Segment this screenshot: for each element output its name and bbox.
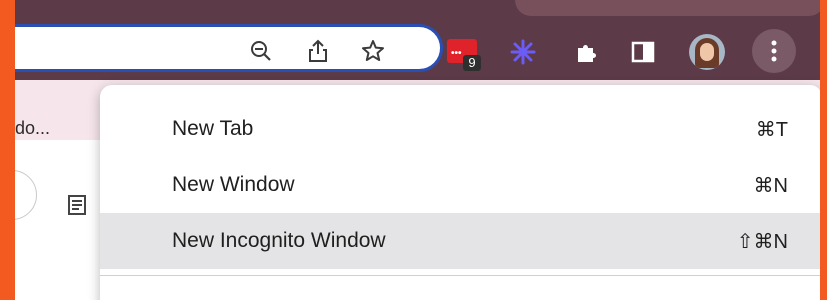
- menu-separator: [100, 275, 820, 276]
- menu-item-new-window[interactable]: New Window ⌘N: [100, 157, 820, 213]
- share-icon[interactable]: [306, 39, 330, 63]
- tab-strip[interactable]: [515, 0, 820, 16]
- todoist-extension-icon[interactable]: ••• 9: [447, 37, 481, 71]
- menu-item-new-tab[interactable]: New Tab ⌘T: [100, 101, 820, 157]
- side-panel-icon[interactable]: [628, 37, 658, 67]
- profile-avatar[interactable]: [689, 34, 725, 70]
- bookmark-item-label[interactable]: do...: [15, 118, 50, 139]
- toolbar: ••• 9: [15, 16, 820, 80]
- menu-item-new-incognito-window[interactable]: New Incognito Window ⇧⌘N: [100, 213, 820, 269]
- menu-item-label: New Window: [172, 173, 295, 196]
- sparkle-extension-icon[interactable]: [508, 37, 538, 67]
- menu-item-shortcut: ⇧⌘N: [736, 230, 788, 253]
- menu-item-label: New Incognito Window: [172, 229, 386, 252]
- zoom-out-icon[interactable]: [249, 39, 273, 63]
- bookmark-star-icon[interactable]: [361, 39, 385, 63]
- browser-window: ••• 9 do... New Tab ⌘T New Window ⌘N New…: [15, 0, 820, 300]
- notification-count-badge: 9: [463, 55, 481, 71]
- menu-item-shortcut: ⌘N: [753, 174, 788, 197]
- chrome-main-menu: New Tab ⌘T New Window ⌘N New Incognito W…: [100, 85, 820, 300]
- address-bar[interactable]: [15, 24, 443, 72]
- more-options-icon[interactable]: [752, 29, 796, 73]
- document-icon[interactable]: [67, 194, 89, 216]
- extensions-puzzle-icon[interactable]: [571, 37, 601, 67]
- menu-item-label: New Tab: [172, 117, 254, 140]
- menu-item-shortcut: ⌘T: [755, 118, 788, 141]
